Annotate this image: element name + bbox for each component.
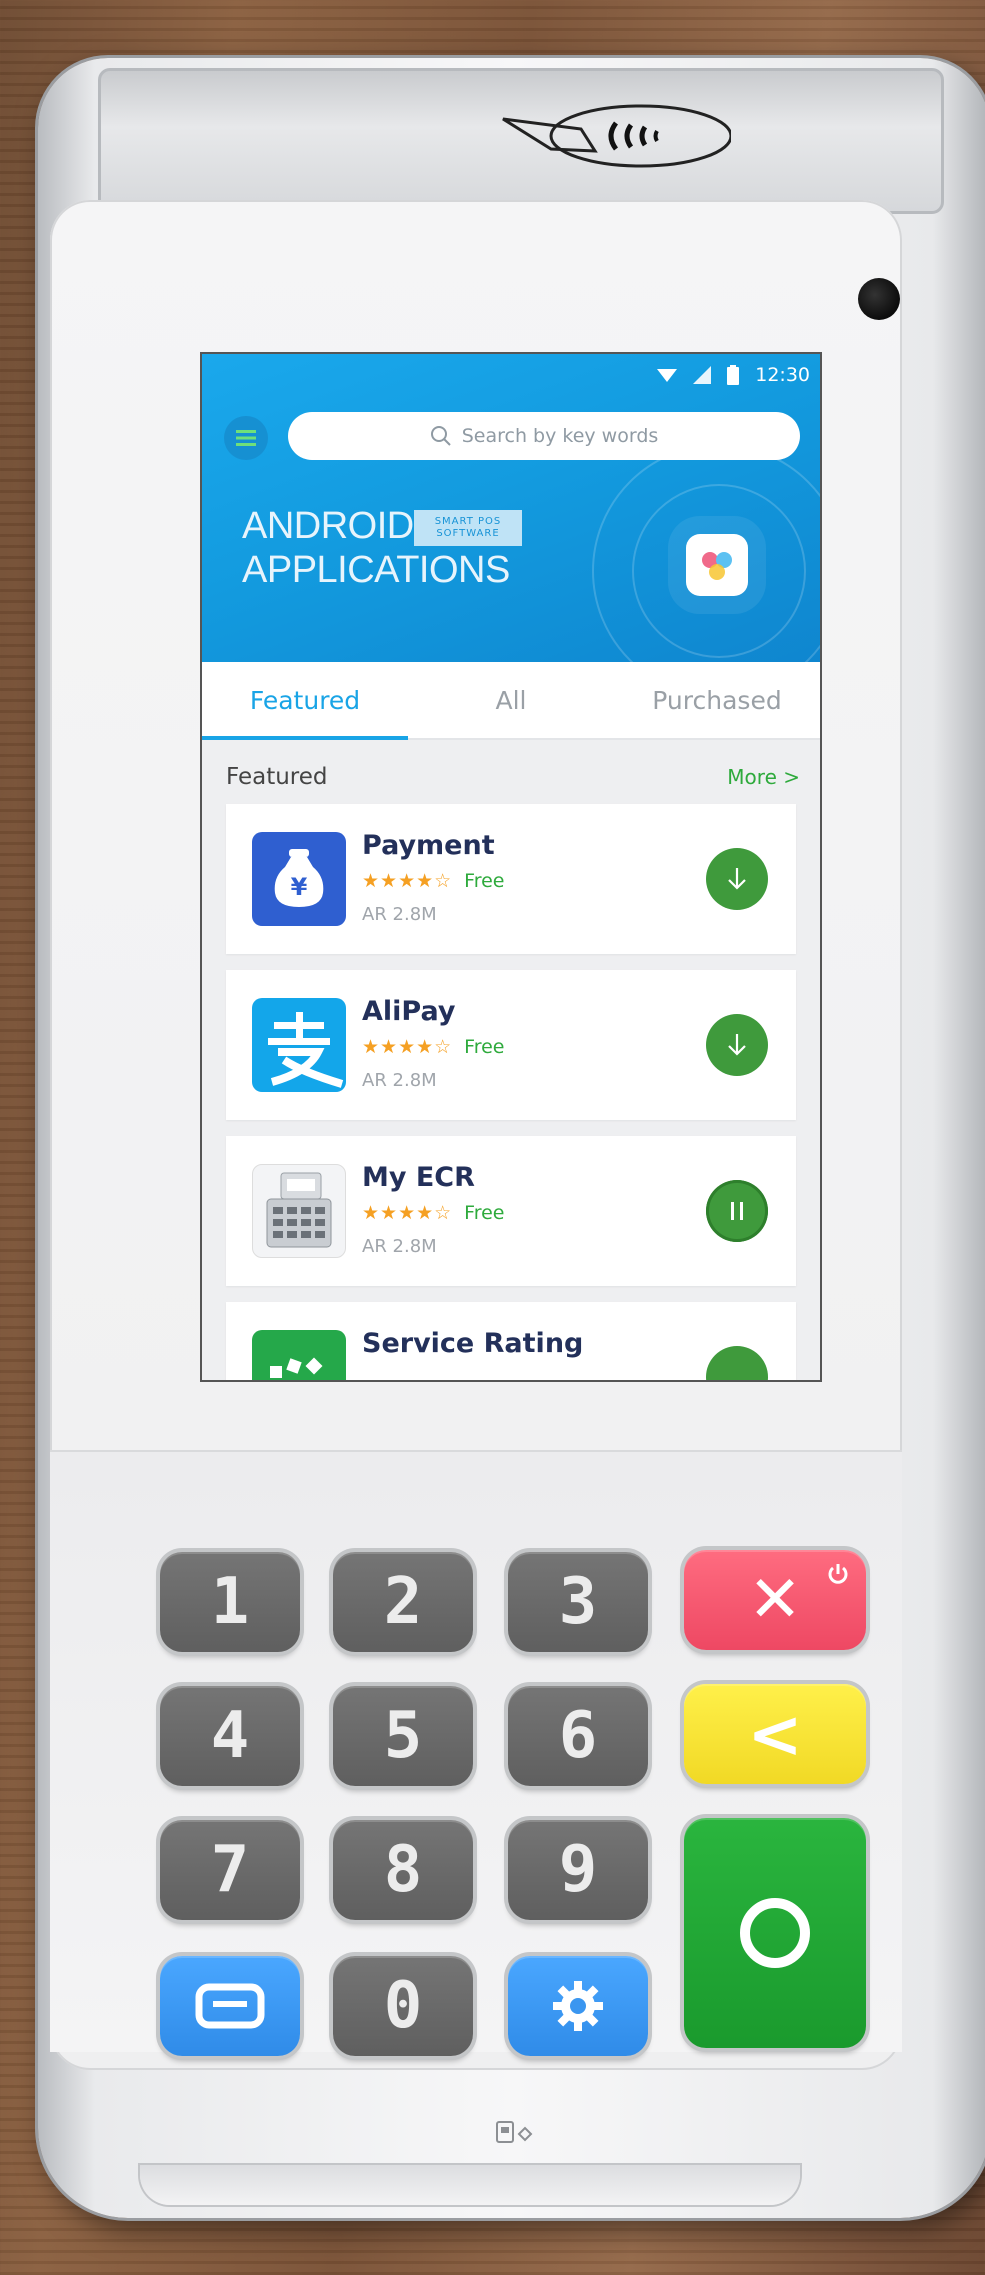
category-tabs: Featured All Purchased	[202, 662, 820, 740]
menu-button[interactable]	[224, 416, 268, 460]
settings-key[interactable]	[508, 1956, 648, 2056]
rating-stars: ★★★★☆	[362, 1202, 453, 1224]
bottom-edge	[140, 2165, 800, 2205]
app-rating: ★★★★☆ Free	[362, 1036, 505, 1058]
battery-icon	[727, 365, 740, 385]
app-card-my-ecr[interactable]: My ECR ★★★★☆ Free AR 2.8M	[226, 1136, 796, 1286]
device-screen: Search by key words ANDROID APPLICATIONS…	[200, 352, 822, 1382]
key-0[interactable]: 0	[333, 1956, 473, 2056]
key-8[interactable]: 8	[333, 1820, 473, 1920]
download-button[interactable]	[706, 848, 768, 910]
hamburger-icon	[236, 430, 256, 446]
featured-section-header: Featured More >	[226, 764, 800, 790]
tag-line1: SMART POS	[434, 516, 502, 527]
tab-purchased[interactable]: Purchased	[614, 662, 820, 738]
app-name: Service Rating	[362, 1328, 584, 1359]
cancel-x-icon: ✕	[748, 1563, 802, 1637]
app-price: Free	[464, 1036, 505, 1058]
key-7[interactable]: 7	[160, 1820, 300, 1920]
key-9[interactable]: 9	[508, 1820, 648, 1920]
gear-icon	[553, 1981, 603, 2031]
more-link[interactable]: More >	[727, 765, 800, 789]
rating-stars: ★★★★☆	[362, 870, 453, 892]
menu-lines-icon	[195, 1983, 265, 2029]
status-time: 12:30	[755, 364, 810, 386]
enter-circle-icon	[740, 1898, 810, 1968]
search-icon	[430, 426, 451, 446]
cash-register-icon	[252, 1164, 346, 1258]
menu-key[interactable]	[160, 1956, 300, 2056]
tag-line2: SOFTWARE	[436, 528, 500, 539]
nfc-reader-area	[98, 68, 944, 214]
download-arrow-icon	[728, 868, 746, 890]
wifi-icon	[657, 369, 678, 382]
key-2[interactable]: 2	[333, 1552, 473, 1652]
section-title: Featured	[226, 764, 328, 790]
app-card-payment[interactable]: ¥ Payment ★★★★☆ Free AR 2.8M	[226, 804, 796, 954]
app-size: AR 2.8M	[362, 904, 437, 925]
card-slot-logo-icon	[496, 2121, 533, 2143]
rating-stars: ★★★★☆	[362, 1036, 453, 1058]
app-rating: ★★★★☆ Free	[362, 870, 505, 892]
app-rating: ★★★★☆ Free	[362, 1202, 505, 1224]
key-4[interactable]: 4	[160, 1686, 300, 1786]
service-rating-icon	[252, 1330, 346, 1380]
key-6[interactable]: 6	[508, 1686, 648, 1786]
key-1[interactable]: 1	[160, 1552, 300, 1652]
cancel-key[interactable]: ✕	[684, 1550, 866, 1650]
camera-lens	[858, 278, 900, 320]
app-name: AliPay	[362, 996, 456, 1027]
smart-pos-tag: SMART POS SOFTWARE	[414, 510, 522, 546]
app-name: My ECR	[362, 1162, 475, 1193]
app-card-service-rating[interactable]: Service Rating	[226, 1302, 796, 1380]
app-card-alipay[interactable]: AliPay ★★★★☆ Free AR 2.8M	[226, 970, 796, 1120]
app-size: AR 2.8M	[362, 1070, 437, 1091]
search-input[interactable]: Search by key words	[288, 412, 800, 460]
back-arrow-icon: <	[747, 1695, 803, 1773]
enter-key[interactable]	[684, 1818, 866, 2048]
back-key[interactable]: <	[684, 1684, 866, 1784]
svg-text:¥: ¥	[291, 873, 308, 901]
app-size: AR 2.8M	[362, 1236, 437, 1257]
alipay-logo-icon	[252, 998, 346, 1092]
contactless-icon	[502, 104, 731, 168]
app-name: Payment	[362, 830, 495, 861]
app-price: Free	[464, 1202, 505, 1224]
key-3[interactable]: 3	[508, 1552, 648, 1652]
tab-all[interactable]: All	[408, 662, 614, 738]
download-button[interactable]	[706, 1346, 768, 1380]
pause-icon	[731, 1202, 743, 1220]
hero-title-line2: APPLICATIONS	[242, 549, 510, 591]
key-5[interactable]: 5	[333, 1686, 473, 1786]
pause-button[interactable]	[706, 1180, 768, 1242]
money-bag-icon: ¥	[252, 832, 346, 926]
status-bar: 12:30	[202, 354, 820, 396]
hero-banner: Search by key words ANDROID APPLICATIONS…	[202, 354, 820, 662]
store-logo-icon	[686, 534, 748, 596]
search-placeholder: Search by key words	[461, 425, 659, 447]
download-arrow-icon	[728, 1034, 746, 1056]
download-button[interactable]	[706, 1014, 768, 1076]
app-price: Free	[464, 870, 505, 892]
tab-featured[interactable]: Featured	[202, 662, 408, 740]
power-icon	[828, 1564, 848, 1584]
signal-icon	[693, 366, 712, 384]
